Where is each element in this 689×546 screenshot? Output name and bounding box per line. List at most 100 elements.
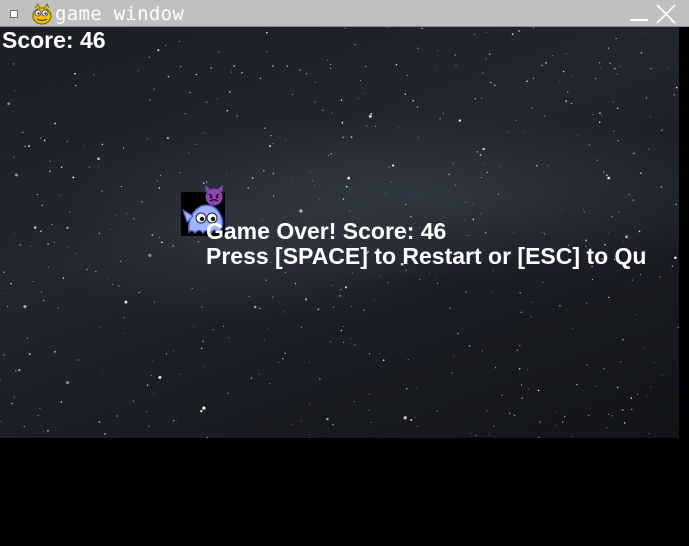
star <box>36 194 38 196</box>
star <box>112 283 114 285</box>
close-icon <box>656 4 676 24</box>
star <box>375 125 377 127</box>
window-title: game window <box>55 3 185 25</box>
star <box>451 372 453 374</box>
star <box>369 118 371 120</box>
star <box>123 317 125 319</box>
star <box>476 151 479 153</box>
star <box>387 282 389 284</box>
star <box>66 226 69 229</box>
star <box>184 113 186 115</box>
star <box>84 145 86 147</box>
star <box>226 392 229 395</box>
star <box>317 308 320 311</box>
star <box>439 118 441 120</box>
star <box>54 122 56 125</box>
star <box>486 409 488 412</box>
star <box>286 65 289 67</box>
star <box>485 58 487 60</box>
close-button[interactable] <box>655 3 677 25</box>
star <box>669 105 670 106</box>
star <box>646 395 648 397</box>
star <box>417 137 420 139</box>
star <box>179 172 181 174</box>
star <box>506 130 508 132</box>
star <box>351 306 353 307</box>
window-menu-icon[interactable] <box>10 10 18 18</box>
star <box>156 180 158 182</box>
star <box>94 270 97 273</box>
star <box>24 145 26 148</box>
star <box>640 52 642 54</box>
star <box>158 375 162 379</box>
star <box>611 215 613 218</box>
star <box>137 70 139 72</box>
star <box>539 421 541 423</box>
star <box>141 201 143 203</box>
star <box>458 119 461 122</box>
star <box>453 355 455 357</box>
star <box>527 388 529 390</box>
star <box>19 244 22 246</box>
star <box>541 64 543 67</box>
star <box>344 286 347 289</box>
star <box>225 173 227 175</box>
star <box>309 170 311 172</box>
star <box>7 102 10 105</box>
star <box>377 276 379 278</box>
star <box>272 195 275 197</box>
star <box>596 159 599 161</box>
star <box>179 40 180 42</box>
star <box>567 91 569 93</box>
star <box>472 203 474 205</box>
star <box>467 235 469 237</box>
star <box>98 166 99 168</box>
star <box>520 311 522 313</box>
star <box>351 337 352 339</box>
star <box>37 414 39 417</box>
star <box>406 388 408 390</box>
star <box>435 66 437 68</box>
star <box>76 252 78 254</box>
game-canvas[interactable]: Score: 46 Game Over! Score: 46 Press [SP… <box>0 27 679 438</box>
star <box>124 332 126 334</box>
star <box>428 272 430 274</box>
star <box>606 174 608 176</box>
star <box>351 272 354 274</box>
star <box>116 214 118 216</box>
star <box>675 86 678 89</box>
star <box>132 273 134 275</box>
star <box>146 411 147 412</box>
star <box>294 283 297 285</box>
star <box>544 233 545 235</box>
star <box>648 148 650 150</box>
star <box>611 415 613 417</box>
star <box>150 374 152 377</box>
star <box>285 139 286 140</box>
star <box>32 280 34 282</box>
star <box>54 351 56 353</box>
star <box>100 327 101 329</box>
star <box>13 156 15 158</box>
star <box>531 107 533 109</box>
star <box>149 99 151 101</box>
star <box>354 43 356 46</box>
star <box>648 432 650 434</box>
star <box>299 209 303 213</box>
minimize-button[interactable] <box>628 4 650 24</box>
star <box>601 115 603 116</box>
star <box>266 50 268 53</box>
star <box>51 223 53 226</box>
star <box>222 325 225 327</box>
star <box>370 421 372 423</box>
star <box>98 232 101 235</box>
star <box>14 173 19 177</box>
star <box>592 114 594 116</box>
star <box>110 228 112 230</box>
star <box>155 179 157 181</box>
star <box>267 328 269 330</box>
star <box>598 62 601 64</box>
star <box>4 293 6 294</box>
star <box>618 66 620 68</box>
window-titlebar[interactable]: game window <box>0 0 689 27</box>
